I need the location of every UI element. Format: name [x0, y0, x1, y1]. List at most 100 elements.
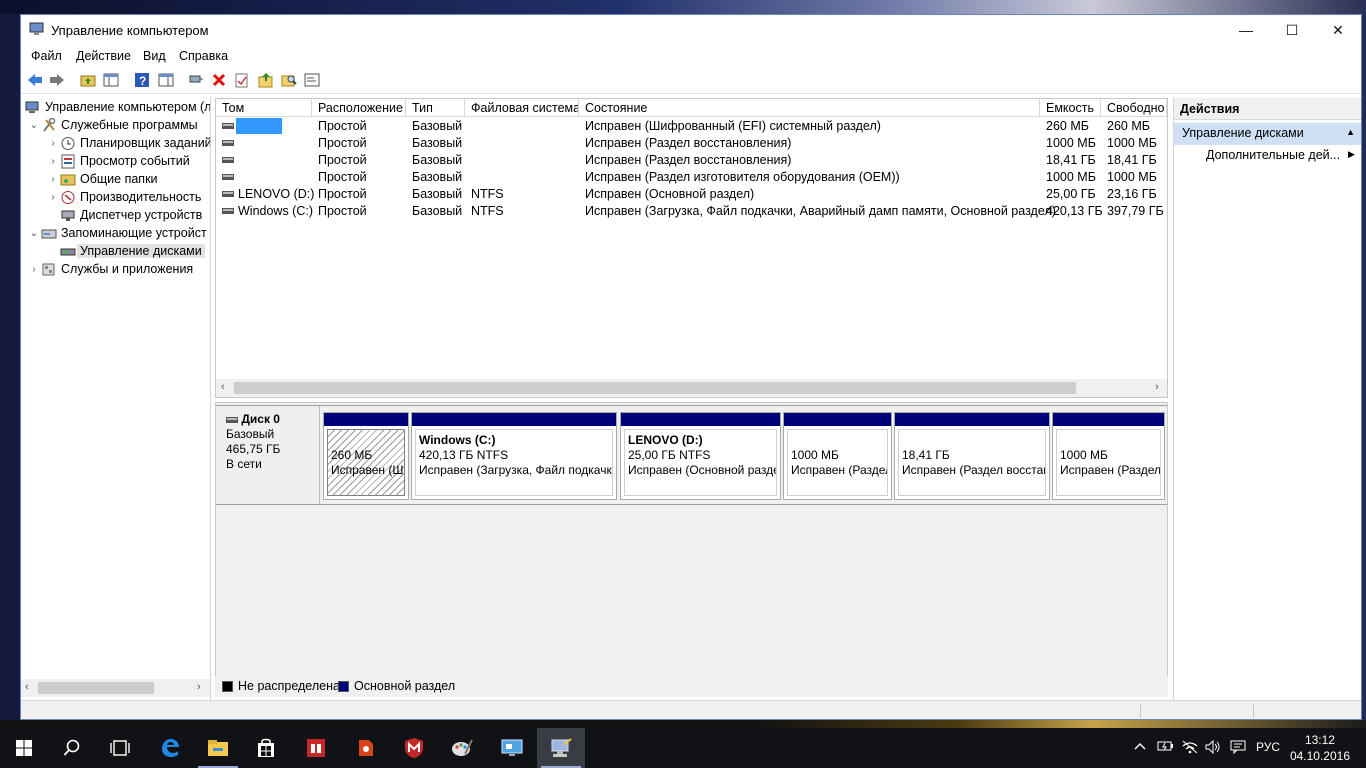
taskbar-reader[interactable]	[292, 728, 340, 768]
partition-lenovo-d[interactable]: LENOVO (D:) 25,00 ГБ NTFS Исправен (Осно…	[620, 412, 781, 500]
show-hidden-icons-button[interactable]	[1134, 740, 1146, 754]
close-button[interactable]: ✕	[1315, 15, 1361, 45]
desktop-background-bottom	[0, 720, 1366, 728]
tree-item-performance[interactable]: › Производительность	[46, 188, 201, 206]
actions-section-disk-management[interactable]: Управление дисками ▲	[1174, 123, 1361, 145]
show-hide-console-tree-button[interactable]	[102, 71, 120, 89]
tree-item-device-manager[interactable]: Диспетчер устройств	[60, 206, 202, 224]
table-row[interactable]: LENOVO (D:) Простой Базовый NTFS Исправе…	[216, 186, 1167, 203]
search-button[interactable]	[48, 728, 96, 768]
disk-icon	[226, 416, 238, 423]
export-button[interactable]	[257, 71, 275, 89]
column-header-capacity[interactable]: Емкость	[1040, 99, 1101, 117]
column-header-status[interactable]: Состояние	[579, 99, 1040, 117]
table-row[interactable]: Windows (C:) Простой Базовый NTFS Исправ…	[216, 203, 1167, 220]
delete-button[interactable]	[210, 71, 228, 89]
device-manager-icon	[60, 208, 76, 223]
scroll-right-icon[interactable]: ›	[197, 681, 201, 693]
tree-item-storage[interactable]: ⌄ Запоминающие устройст	[27, 224, 207, 242]
forward-button[interactable]	[48, 71, 66, 89]
volume-name-selected[interactable]	[236, 118, 282, 134]
table-row[interactable]: Простой Базовый Исправен (Раздел восстан…	[216, 135, 1167, 152]
chevron-down-icon[interactable]: ⌄	[27, 228, 41, 239]
clock-time: 13:12	[1304, 733, 1335, 747]
menu-view[interactable]: Вид	[143, 49, 166, 63]
partition-efi[interactable]: 260 МБ Исправен (Ш	[323, 412, 409, 500]
tree-horizontal-scrollbar[interactable]: ‹ ›	[21, 679, 210, 697]
command-button[interactable]	[303, 71, 321, 89]
taskbar-computer-management[interactable]	[537, 728, 585, 768]
taskbar-file-explorer[interactable]	[194, 728, 242, 768]
maximize-button[interactable]: ☐	[1269, 15, 1315, 45]
up-folder-button[interactable]	[79, 71, 97, 89]
tree-item-label: Запоминающие устройст	[61, 226, 207, 240]
partition-windows-c[interactable]: Windows (C:) 420,13 ГБ NTFS Исправен (За…	[411, 412, 617, 500]
disk-type: Базовый	[226, 427, 275, 441]
chevron-right-icon[interactable]: ›	[46, 174, 60, 185]
title-bar[interactable]: Управление компьютером — ☐ ✕	[21, 15, 1361, 45]
table-row[interactable]: Простой Базовый Исправен (Раздел изготов…	[216, 169, 1167, 186]
table-row[interactable]: Простой Базовый Исправен (Раздел восстан…	[216, 152, 1167, 169]
scrollbar-thumb[interactable]	[234, 382, 1076, 394]
table-row[interactable]: Простой Базовый Исправен (Шифрованный (E…	[216, 118, 1167, 135]
taskbar-app[interactable]	[342, 728, 390, 768]
clock[interactable]: 13:12 04.10.2016	[1290, 732, 1350, 764]
properties-button[interactable]	[233, 71, 251, 89]
column-header-type[interactable]: Тип	[406, 99, 465, 117]
search-button[interactable]	[280, 71, 298, 89]
show-hide-action-pane-button[interactable]	[157, 71, 175, 89]
notifications-button[interactable]	[1230, 740, 1246, 757]
connect-button[interactable]	[187, 71, 205, 89]
partition-status: Исправен (Ш	[331, 463, 404, 477]
chevron-right-icon[interactable]: ›	[46, 156, 60, 167]
tree-item-task-scheduler[interactable]: › Планировщик заданий	[46, 134, 210, 152]
task-view-button[interactable]	[96, 728, 144, 768]
column-header-free[interactable]: Свободно	[1101, 99, 1167, 117]
action-more-actions[interactable]: Дополнительные дей... ▶	[1206, 148, 1355, 162]
disk-info[interactable]: Диск 0 Базовый 465,75 ГБ В сети	[216, 406, 320, 504]
tree-item-event-viewer[interactable]: › Просмотр событий	[46, 152, 190, 170]
scroll-left-icon[interactable]: ‹	[25, 681, 29, 693]
disk-row[interactable]: Диск 0 Базовый 465,75 ГБ В сети 260 МБ И…	[216, 405, 1167, 505]
menu-help[interactable]: Справка	[179, 49, 228, 63]
partition-body: 260 МБ Исправен (Ш	[327, 429, 405, 496]
column-header-volume[interactable]: Том	[216, 99, 312, 117]
back-button[interactable]	[26, 71, 44, 89]
chevron-up-icon	[1134, 743, 1146, 750]
network-button[interactable]	[1181, 740, 1199, 757]
partition-recovery-2[interactable]: 18,41 ГБ Исправен (Раздел восстан	[894, 412, 1050, 500]
help-button[interactable]: ?	[133, 71, 151, 89]
minimize-button[interactable]: —	[1223, 15, 1269, 45]
tree-item-system-tools[interactable]: ⌄ Служебные программы	[27, 116, 198, 134]
tree-root[interactable]: Управление компьютером (л	[25, 98, 210, 116]
volume-filesystem: NTFS	[471, 187, 504, 201]
taskbar-edge[interactable]	[146, 728, 194, 768]
partition-oem[interactable]: 1000 МБ Исправен (Раздел	[1052, 412, 1165, 500]
collapse-up-icon[interactable]: ▲	[1346, 127, 1355, 137]
tools-icon	[41, 117, 57, 133]
tree-item-services[interactable]: › Службы и приложения	[27, 260, 193, 278]
start-button[interactable]	[0, 728, 48, 768]
taskbar-paint[interactable]	[438, 728, 486, 768]
partition-recovery-1[interactable]: 1000 МБ Исправен (Раздел	[783, 412, 892, 500]
scrollbar-thumb[interactable]	[38, 682, 154, 694]
chevron-down-icon[interactable]: ⌄	[27, 120, 41, 131]
tree-item-disk-management[interactable]: Управление дисками	[60, 242, 205, 260]
volume-button[interactable]	[1205, 739, 1221, 757]
battery-button[interactable]	[1157, 740, 1175, 755]
scroll-left-icon[interactable]: ‹	[221, 381, 225, 393]
taskbar-store[interactable]	[242, 728, 290, 768]
menu-file[interactable]: Файл	[31, 49, 62, 63]
tree-item-shared-folders[interactable]: › Общие папки	[46, 170, 157, 188]
taskbar-mcafee[interactable]	[390, 728, 438, 768]
menu-action[interactable]: Действие	[76, 49, 131, 63]
scroll-right-icon[interactable]: ›	[1155, 381, 1159, 393]
column-header-filesystem[interactable]: Файловая система	[465, 99, 579, 117]
chevron-right-icon[interactable]: ›	[46, 138, 60, 149]
taskbar-rdp[interactable]	[488, 728, 536, 768]
chevron-right-icon[interactable]: ›	[46, 192, 60, 203]
input-language-button[interactable]: РУС	[1256, 740, 1280, 754]
volume-list-horizontal-scrollbar[interactable]: ‹ ›	[216, 379, 1167, 397]
chevron-right-icon[interactable]: ›	[27, 264, 41, 275]
column-header-layout[interactable]: Расположение	[312, 99, 406, 117]
